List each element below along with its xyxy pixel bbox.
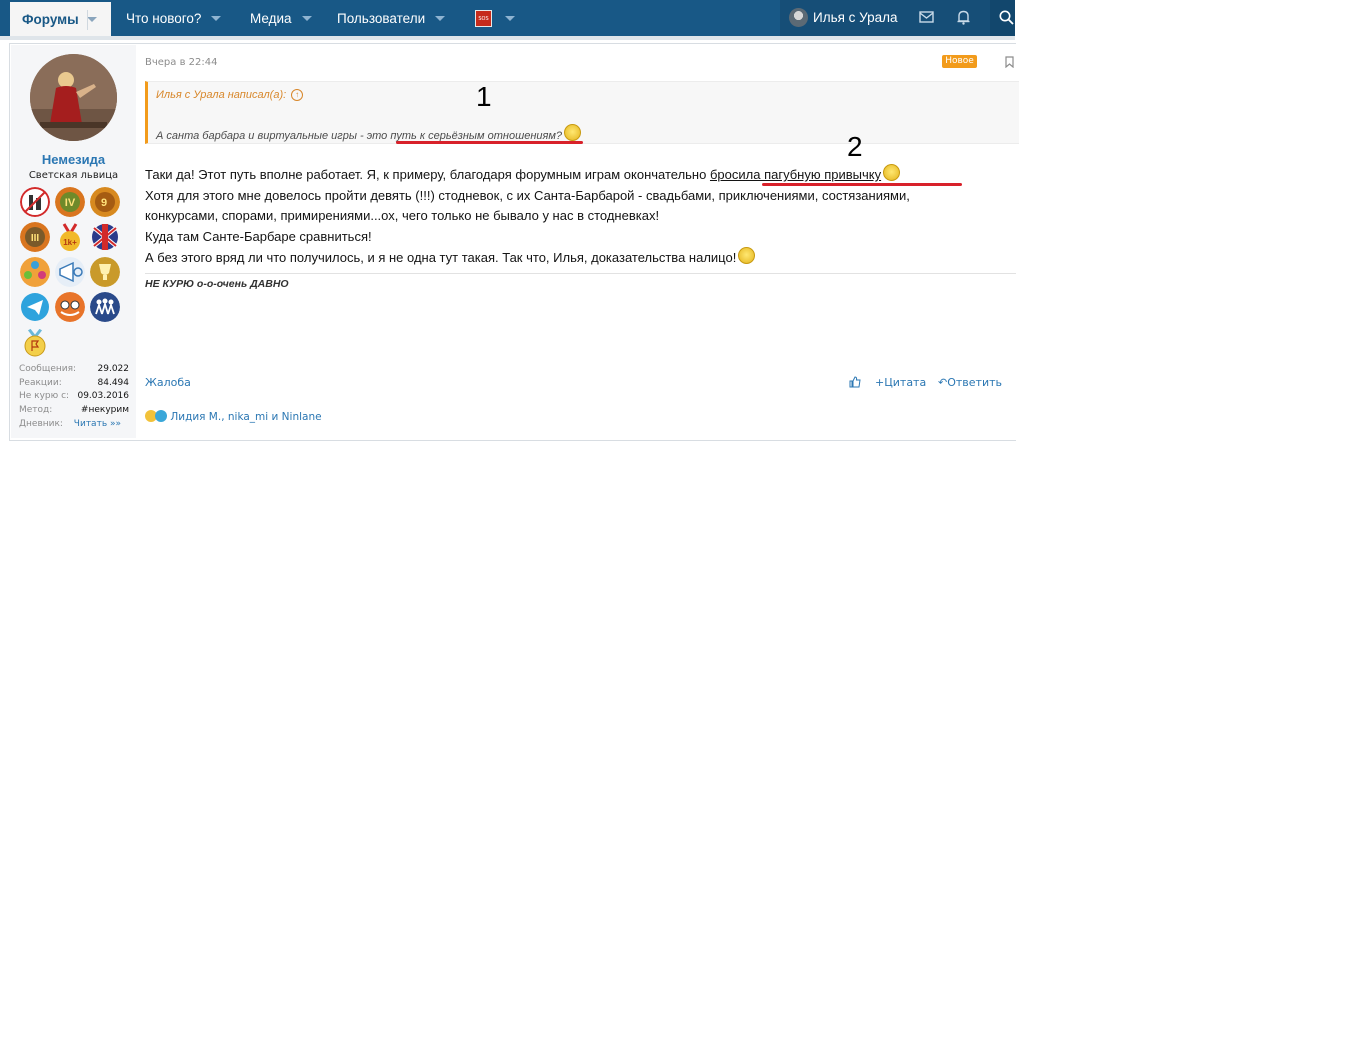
bookmark-icon[interactable] xyxy=(1005,56,1014,68)
signature: НЕ КУРЮ о-о-очень ДАВНО xyxy=(145,278,289,290)
glasses-badge-icon[interactable] xyxy=(55,292,85,322)
search-icon[interactable] xyxy=(999,10,1014,25)
quote-text: А санта барбара и виртуальные игры - это… xyxy=(156,124,582,142)
plus-icon: + xyxy=(875,376,885,389)
stat-label: Реакции: xyxy=(19,377,62,388)
author-user-title: Светская львица xyxy=(28,170,119,181)
quote-author-line[interactable]: Илья с Урала написал(а): ↑ xyxy=(156,89,304,102)
reactions-bar[interactable]: Лидия М., nika_mi и Ninlane xyxy=(145,410,322,423)
cup-badge-icon[interactable] xyxy=(90,257,120,287)
medal-badge-icon[interactable]: 1k+ xyxy=(55,222,85,252)
new-badge: Новое xyxy=(942,55,977,68)
author-avatar[interactable] xyxy=(30,54,117,141)
smoking-smiley-icon xyxy=(883,164,901,181)
telegram-badge-icon[interactable] xyxy=(20,292,50,322)
svg-text:9: 9 xyxy=(101,197,107,209)
stat-label: Метод: xyxy=(19,405,53,416)
wink-smiley-icon xyxy=(564,124,582,141)
stat-no-smoking-since: Не курю с: 09.03.2016 xyxy=(19,391,129,405)
annotation-underline-1 xyxy=(396,141,583,144)
nav-tab-forums-label: Форумы xyxy=(22,11,79,27)
stat-value[interactable]: 29.022 xyxy=(98,364,130,374)
people-badge-icon[interactable] xyxy=(90,292,120,322)
nav-tab-whats-new[interactable]: Что нового? xyxy=(126,0,222,36)
nav-tab-sos-dropdown[interactable] xyxy=(495,0,515,36)
megaphone-badge-icon[interactable] xyxy=(55,257,85,287)
chevron-down-icon[interactable] xyxy=(435,15,446,21)
author-avatar-image xyxy=(30,54,117,141)
quote-block: Илья с Урала написал(а): ↑ А санта барбар… xyxy=(145,81,1019,144)
author-username[interactable]: Немезида xyxy=(11,152,136,167)
nine-star-badge-icon[interactable]: 9 xyxy=(90,187,120,217)
nav-tab-users[interactable]: Пользователи xyxy=(337,0,446,36)
chevron-down-icon[interactable] xyxy=(505,15,515,21)
chevron-down-icon[interactable] xyxy=(301,15,312,21)
post-body-line: Хотя для этого мне довелось пройти девят… xyxy=(145,187,910,203)
chevron-down-icon[interactable] xyxy=(211,15,222,21)
signature-divider xyxy=(145,273,1016,274)
annotation-number-2: 2 xyxy=(847,131,863,162)
sos-icon[interactable]: SOS xyxy=(475,10,492,27)
stat-value: 84.494 xyxy=(97,377,130,388)
gold-medal-badge-icon[interactable] xyxy=(22,328,48,358)
svg-text:IV: IV xyxy=(65,197,76,209)
nav-divider xyxy=(87,10,88,30)
post-body-line: Куда там Санте-Барбаре сравниться! xyxy=(145,228,372,244)
svg-text:1k+: 1k+ xyxy=(63,238,77,247)
quote-button-label: Цитата xyxy=(884,376,927,389)
stat-reactions: Реакции: 84.494 xyxy=(19,378,129,392)
nav-tab-whats-new-label: Что нового? xyxy=(126,10,202,26)
post-user-sidebar: Немезида Светская львица IV 9 III 1k+ Со… xyxy=(11,45,136,438)
arrow-up-icon[interactable]: ↑ xyxy=(291,89,304,102)
flower-badge-icon[interactable] xyxy=(20,257,50,287)
stat-messages: Сообщения: 29.022 xyxy=(19,364,129,378)
post-body-text: Таки да! Этот путь вполне работает. Я, к… xyxy=(145,167,710,182)
smile-smiley-icon xyxy=(738,247,756,264)
post-body-line: Таки да! Этот путь вполне работает. Я, к… xyxy=(145,164,1005,186)
forum-post: Немезида Светская львица IV 9 III 1k+ Со… xyxy=(9,43,1019,441)
sos-label: SOS xyxy=(478,15,489,22)
stat-label: Сообщения: xyxy=(19,364,77,374)
level-three-badge-icon[interactable]: III xyxy=(20,222,50,252)
stat-value: 09.03.2016 xyxy=(77,391,129,402)
nav-tab-users-label: Пользователи xyxy=(337,10,426,26)
quote-button[interactable]: +Цитата xyxy=(875,376,926,389)
nav-tab-forums[interactable]: Форумы xyxy=(10,2,111,36)
post-body-text: А без этого вряд ли что получилось, и я … xyxy=(145,250,737,265)
navbar-shadow xyxy=(0,36,1015,40)
quote-author-text[interactable]: Илья с Урала написал(а): xyxy=(156,89,286,101)
stat-method: Метод: #некурим xyxy=(19,405,129,419)
level-four-badge-icon[interactable]: IV xyxy=(55,187,85,217)
no-smoking-badge-icon[interactable] xyxy=(20,187,50,217)
bell-icon[interactable] xyxy=(957,10,970,25)
chevron-down-icon[interactable] xyxy=(86,16,97,22)
stat-label: Не курю с: xyxy=(19,391,70,402)
like-reaction-icon xyxy=(155,410,167,422)
diary-read-link[interactable]: Читать »» xyxy=(74,419,121,429)
account-username[interactable]: Илья с Урала xyxy=(813,10,898,25)
post-body: Таки да! Этот путь вполне работает. Я, к… xyxy=(145,164,1005,269)
underlined-text: бросила пагубную привычку xyxy=(709,167,882,182)
nav-tab-media[interactable]: Медиа xyxy=(250,0,312,36)
svg-text:III: III xyxy=(31,233,40,244)
user-avatar[interactable] xyxy=(789,8,808,27)
nav-tab-media-label: Медиа xyxy=(250,10,292,26)
stat-label: Дневник: xyxy=(19,418,63,429)
envelope-icon[interactable] xyxy=(919,10,934,24)
reply-button-label: Ответить xyxy=(947,376,1002,389)
thumbs-up-icon[interactable] xyxy=(849,376,861,388)
report-link[interactable]: Жалоба xyxy=(145,376,191,389)
reactions-users[interactable]: Лидия М., nika_mi и Ninlane xyxy=(170,411,321,423)
annotation-number-1: 1 xyxy=(476,81,492,112)
post-date[interactable]: Вчера в 22:44 xyxy=(145,57,217,68)
uk-flag-badge-icon[interactable] xyxy=(90,222,120,252)
author-stats: Сообщения: 29.022 Реакции: 84.494 Не кур… xyxy=(19,364,129,432)
reply-button[interactable]: ↶Ответить xyxy=(938,376,1002,389)
post-body-line: А без этого вряд ли что получилось, и я … xyxy=(145,247,1005,269)
stat-value: #некурим xyxy=(80,405,129,416)
post-body-line: конкурсами, спорами, примирениями...ох, … xyxy=(145,208,660,223)
reply-arrow-icon: ↶ xyxy=(938,376,948,389)
stat-diary: Дневник: Читать »» xyxy=(19,419,129,433)
